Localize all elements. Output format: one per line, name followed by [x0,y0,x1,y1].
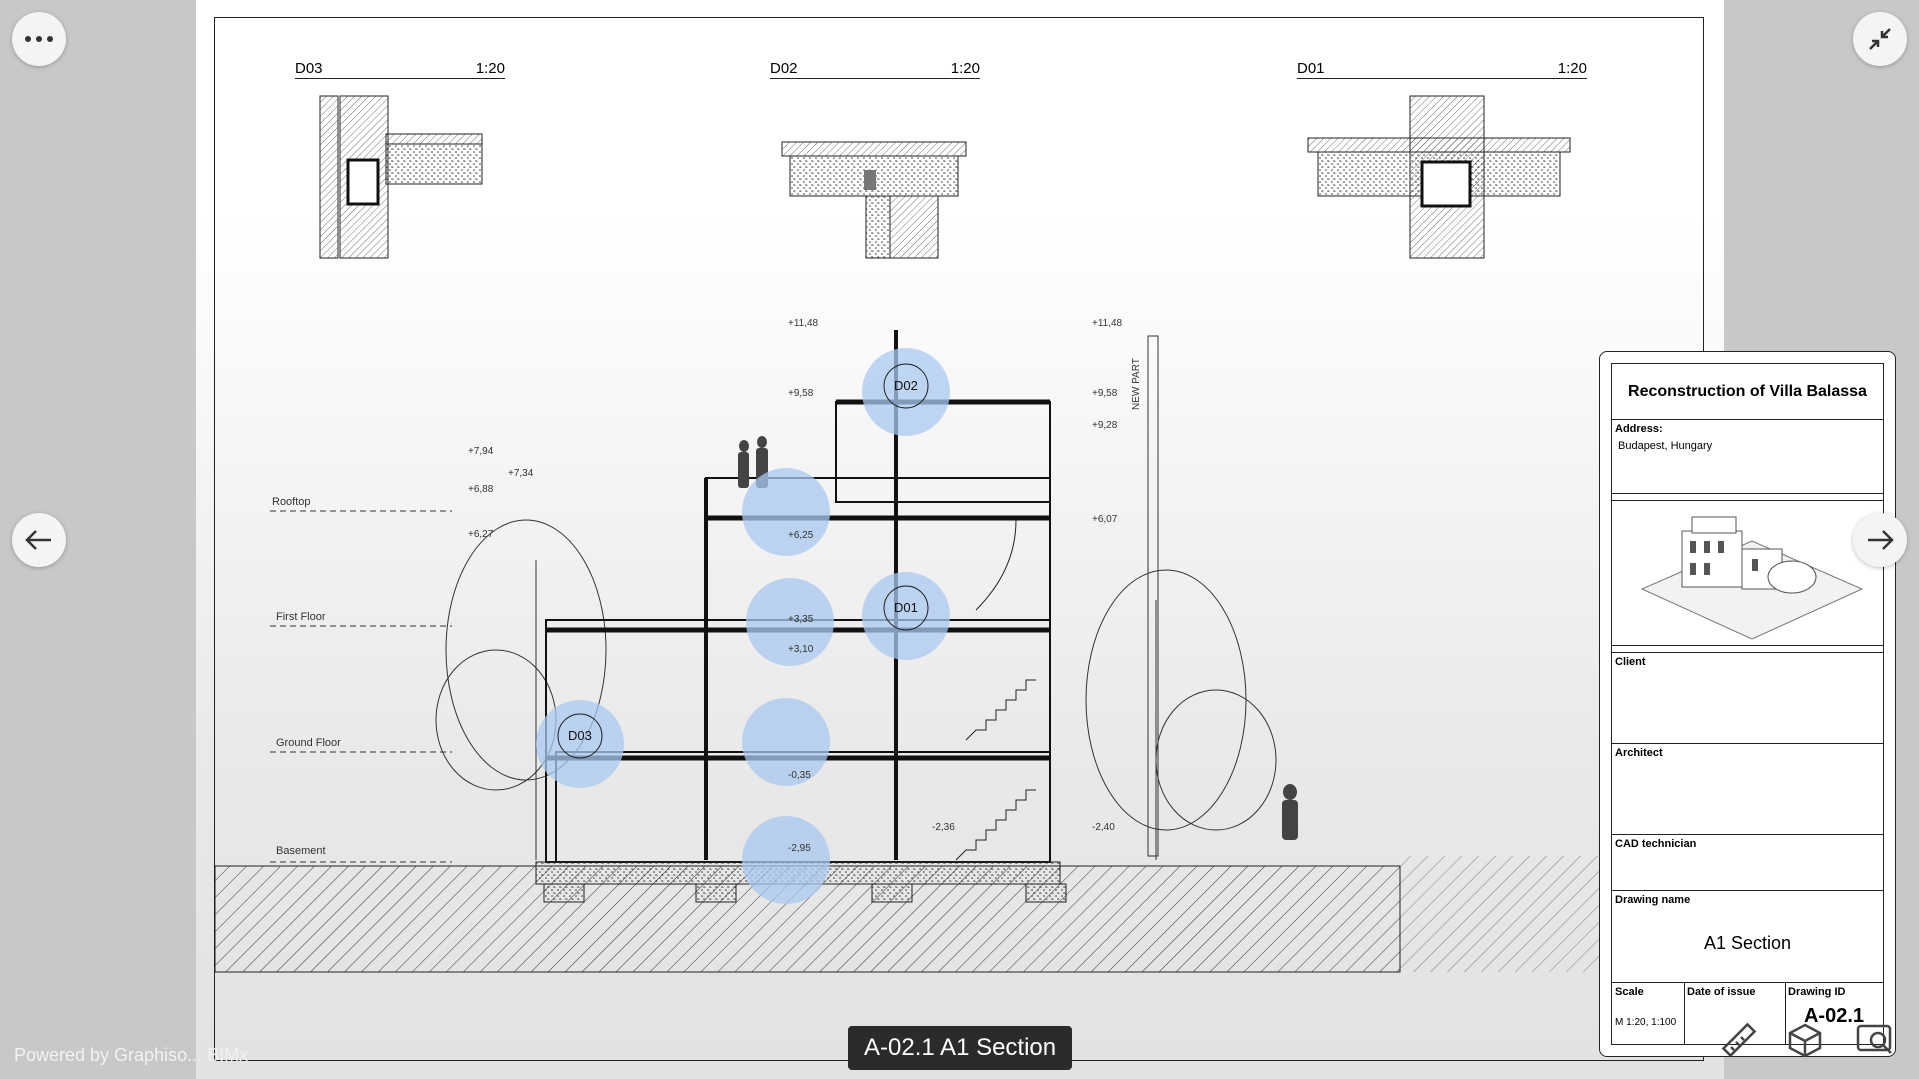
elevation-label: +9,58 [1092,388,1118,399]
elevation-label: -0,35 [788,770,811,781]
drawing-id-label: Drawing ID [1788,986,1846,998]
architect-label: Architect [1615,747,1663,759]
new-part-label: NEW PART [1131,358,1142,410]
address-label: Address: [1615,423,1663,435]
date-label: Date of issue [1687,986,1756,998]
scale-label: Scale [1615,986,1644,998]
collapse-button[interactable] [1853,12,1907,66]
title-block: Reconstruction of Villa Balassa Address:… [1599,351,1896,1057]
drawing-name-cell: Drawing name A1 Section [1612,891,1883,983]
level-rooftop: Rooftop [272,496,311,508]
project-cell: Reconstruction of Villa Balassa [1612,364,1883,420]
client-cell: Client [1612,652,1883,744]
elevation-label: +11,48 [788,318,819,329]
elevation-label: -2,36 [932,822,955,833]
next-button[interactable] [1853,513,1907,567]
elevation-label: +6,88 [468,484,494,495]
detail-marker-d02[interactable]: D02 [894,378,918,393]
elevation-label: +6,07 [1092,514,1118,525]
elevation-label: +6,25 [788,530,814,541]
elevation-label: +3,10 [788,644,814,655]
more-button[interactable] [12,12,66,66]
drawing-name-value: A1 Section [1703,933,1792,953]
detail-marker-d03[interactable]: D03 [568,728,592,743]
cad-label: CAD technician [1615,838,1697,850]
scale-value: M 1:20, 1:100 [1615,1017,1677,1028]
address-value: Budapest, Hungary [1618,440,1713,452]
section-drawing [214,95,1704,973]
level-ground-floor: Ground Floor [276,737,341,749]
drawing-name-label: Drawing name [1615,894,1691,906]
elevation-label: +9,28 [1092,420,1118,431]
cad-cell: CAD technician [1612,835,1883,891]
scale-cell: Scale M 1:20, 1:100 [1612,983,1685,1044]
level-first-floor: First Floor [276,611,326,623]
detail-marker-d01[interactable]: D01 [894,600,918,615]
elevation-label: +11,48 [1092,318,1123,329]
building-thumbnail [1612,500,1883,646]
more-icon [25,36,53,42]
arrow-left-icon [25,530,51,550]
cube-icon [1788,1023,1822,1058]
address-cell: Address: Budapest, Hungary [1612,420,1883,494]
elevation-label: +7,34 [508,468,534,479]
detail-d01-drawing [1307,95,1571,259]
measure-button[interactable] [1711,1016,1765,1064]
sheet-caption: A-02.1 A1 Section [848,1026,1073,1070]
elevation-label: +9,58 [788,388,814,399]
arrow-right-icon [1868,530,1894,550]
architect-cell: Architect [1612,744,1883,835]
building-3d-image [1640,516,1864,640]
ruler-icon [1721,1022,1757,1058]
elevation-label: -2,40 [1092,822,1115,833]
powered-by[interactable]: Powered by Graphiso... BIMx [14,1045,248,1066]
zoom-screen-button[interactable] [1849,1016,1903,1064]
client-label: Client [1615,656,1646,668]
previous-button[interactable] [12,513,66,567]
detail-d02-drawing [781,141,967,259]
collapse-icon [1869,28,1891,50]
elevation-label: +3,35 [788,614,814,625]
elevation-label: -2,95 [788,843,811,854]
project-title: Reconstruction of Villa Balassa [1628,383,1867,400]
model-view-button[interactable] [1778,1016,1832,1064]
elevation-label: +6,27 [468,529,494,540]
detail-d03-drawing [319,95,483,259]
level-basement: Basement [276,845,326,857]
title-block-inner: Reconstruction of Villa Balassa Address:… [1611,363,1884,1045]
zoom-screen-icon [1856,1024,1892,1054]
drawing-sheet[interactable]: D03 1:20 D02 1:20 D01 1:20 Rooftop First… [196,0,1896,1079]
elevation-label: +7,94 [468,446,494,457]
